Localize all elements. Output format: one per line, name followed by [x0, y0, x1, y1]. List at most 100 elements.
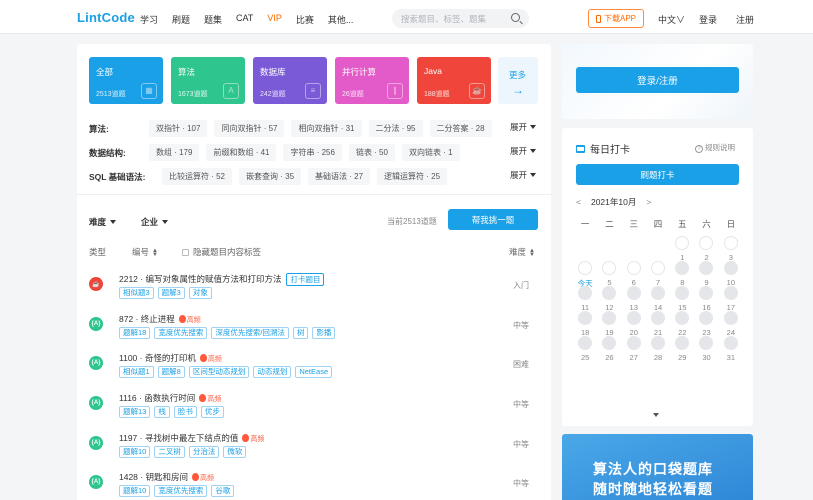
calendar-day[interactable]: 17 — [719, 286, 743, 312]
problem-row[interactable]: {A} 1197 · 寻找树中最左下结点的值 高频 题解10 二叉树 分治法 微软… — [77, 432, 551, 472]
problem-tag[interactable]: 栈 — [154, 406, 170, 418]
tag-chip[interactable]: 双向链表 · 1 — [401, 144, 460, 161]
company-filter[interactable]: 企业 — [141, 216, 168, 228]
calendar-day[interactable]: 28 — [646, 336, 670, 362]
nav-link-vip[interactable]: VIP — [267, 13, 282, 26]
problem-tag[interactable]: 动态规划 — [253, 366, 292, 378]
problem-tag[interactable]: 相似题3 — [119, 287, 154, 299]
expand-sql-button[interactable]: 展开 — [510, 169, 536, 181]
calendar-day[interactable]: 2 — [694, 236, 718, 262]
tag-chip[interactable]: 双指针 · 107 — [149, 120, 208, 137]
calendar-day[interactable]: 30 — [694, 336, 718, 362]
problem-tag[interactable]: NetEase — [295, 366, 333, 378]
problem-tag[interactable]: 相似题1 — [119, 366, 154, 378]
calendar-day[interactable]: 12 — [597, 286, 621, 312]
calendar-day[interactable]: 27 — [622, 336, 646, 362]
difficulty-filter[interactable]: 难度 — [89, 216, 116, 228]
problem-tag[interactable]: 题解3 — [157, 287, 185, 299]
problem-title[interactable]: 1428 · 钥匙和房间 高频 — [119, 471, 214, 483]
calendar-day[interactable]: 23 — [694, 311, 718, 337]
problem-tag[interactable]: 深度优先搜索/回溯法 — [211, 327, 289, 339]
calendar-day[interactable]: 5 — [597, 261, 621, 287]
nav-link-problems[interactable]: 刷题 — [172, 13, 190, 26]
download-app-button[interactable]: 下载APP — [588, 9, 644, 28]
problem-row[interactable]: {A} 872 · 终止进程 高频 题解18 宽度优先搜索 深度优先搜索/回溯法 … — [77, 313, 551, 353]
calendar-day[interactable]: 8 — [670, 261, 694, 287]
problem-tag[interactable]: 分治法 — [188, 446, 220, 458]
rules-link[interactable]: ? 规则说明 — [695, 142, 735, 153]
problem-title[interactable]: 2212 · 编写对象属性的赋值方法和打印方法 打卡题目 — [119, 273, 325, 286]
tag-chip[interactable]: 链表 · 50 — [348, 144, 395, 161]
calendar-day[interactable]: 7 — [646, 261, 670, 287]
problem-row[interactable]: {A} 1428 · 钥匙和房间 高频 题解10 宽度优先搜索 谷歌 中等 — [77, 471, 551, 500]
login-link[interactable]: 登录 — [699, 13, 717, 26]
nav-link-more[interactable]: 其他... — [328, 13, 354, 26]
calendar-day[interactable]: 31 — [719, 336, 743, 362]
chevron-right-icon[interactable]: > — [646, 197, 651, 207]
calendar-day[interactable]: 6 — [622, 261, 646, 287]
tag-chip[interactable]: 嵌套查询 · 35 — [239, 168, 302, 185]
problem-tag[interactable]: 优步 — [200, 406, 224, 418]
problem-tag[interactable]: 二叉树 — [154, 446, 185, 458]
problem-title[interactable]: 1116 · 函数执行时间 高频 — [119, 392, 221, 404]
register-link[interactable]: 注册 — [736, 13, 754, 26]
checkin-button[interactable]: 刷题打卡 — [576, 164, 739, 185]
calendar-day[interactable]: 15 — [670, 286, 694, 312]
nav-link-learn[interactable]: 学习 — [140, 13, 158, 26]
calendar-day[interactable]: 1 — [670, 236, 694, 262]
problem-row[interactable]: {A} 1100 · 奇怪的打印机 高频 相似题1 题解8 区间型动态规划 动态规… — [77, 352, 551, 392]
problem-tag[interactable]: 题解18 — [119, 327, 151, 339]
calendar-day[interactable]: 13 — [622, 286, 646, 312]
problem-title[interactable]: 872 · 终止进程 高频 — [119, 313, 201, 325]
tag-chip[interactable]: 字符串 · 256 — [283, 144, 342, 161]
tag-chip[interactable]: 前缀和数组 · 41 — [206, 144, 277, 161]
login-register-button[interactable]: 登录/注册 — [576, 67, 739, 93]
lintcode-logo[interactable]: LintCode — [77, 10, 135, 25]
calendar-day[interactable]: 3 — [719, 236, 743, 262]
problem-tag[interactable]: 影播 — [312, 327, 336, 339]
calendar-day[interactable]: 21 — [646, 311, 670, 337]
calendar-day[interactable]: 20 — [622, 311, 646, 337]
calendar-day[interactable]: 14 — [646, 286, 670, 312]
problem-tag[interactable]: 宽度优先搜索 — [154, 485, 208, 497]
category-card-parallel[interactable]: 并行计算 26道题 ∥ — [335, 57, 409, 104]
search-icon[interactable] — [511, 13, 520, 22]
expand-data-structure-button[interactable]: 展开 — [510, 145, 536, 157]
calendar-day[interactable]: 24 — [719, 311, 743, 337]
problem-title[interactable]: 1197 · 寻找树中最左下结点的值 高频 — [119, 432, 264, 444]
more-categories-button[interactable]: 更多 → — [498, 57, 538, 104]
tag-chip[interactable]: 同向双指针 · 57 — [214, 120, 285, 137]
chevron-left-icon[interactable]: < — [576, 197, 581, 207]
tag-chip[interactable]: 逻辑运算符 · 25 — [377, 168, 448, 185]
calendar-day[interactable]: 25 — [573, 336, 597, 362]
calendar-day[interactable]: 18 — [573, 311, 597, 337]
nav-link-cat[interactable]: CAT — [236, 13, 253, 26]
language-selector[interactable]: 中文∨ — [658, 13, 685, 26]
calendar-day[interactable]: 29 — [670, 336, 694, 362]
calendar-day[interactable]: 19 — [597, 311, 621, 337]
calendar-day[interactable]: 16 — [694, 286, 718, 312]
calendar-day[interactable]: 10 — [719, 261, 743, 287]
calendar-day[interactable]: 今天 — [573, 261, 597, 288]
problem-tag[interactable]: 谷歌 — [211, 485, 235, 497]
problem-tag[interactable]: 对象 — [188, 287, 212, 299]
problem-tag[interactable]: 题解8 — [157, 366, 185, 378]
calendar-day[interactable]: 9 — [694, 261, 718, 287]
problem-tag[interactable]: 微软 — [223, 446, 247, 458]
problem-title[interactable]: 1100 · 奇怪的打印机 高频 — [119, 352, 222, 364]
tag-chip[interactable]: 基础语法 · 27 — [308, 168, 371, 185]
tag-chip[interactable]: 相向双指针 · 31 — [291, 120, 362, 137]
category-card-database[interactable]: 数据库 242道题 ≡ — [253, 57, 327, 104]
problem-tag[interactable]: 题解10 — [119, 446, 151, 458]
header-number[interactable]: 编号 ▲ ▼ — [132, 246, 158, 258]
nav-link-problemsets[interactable]: 题集 — [204, 13, 222, 26]
problem-row[interactable]: ☕ 2212 · 编写对象属性的赋值方法和打印方法 打卡题目 相似题3 题解3 对… — [77, 273, 551, 313]
calendar-day[interactable]: 26 — [597, 336, 621, 362]
problem-tag[interactable]: 题解10 — [119, 485, 151, 497]
header-difficulty[interactable]: 难度 ▲ ▼ — [509, 246, 535, 258]
problem-tag[interactable]: 脸书 — [173, 406, 197, 418]
category-card-all[interactable]: 全部 2513道题 ▦ — [89, 57, 163, 104]
problem-row[interactable]: {A} 1116 · 函数执行时间 高频 题解13 栈 脸书 优步 中等 — [77, 392, 551, 432]
search-input[interactable]: 搜索题目、标签、题集 — [392, 9, 529, 28]
hide-tags-toggle[interactable]: 隐藏题目内容标签 — [182, 246, 261, 258]
